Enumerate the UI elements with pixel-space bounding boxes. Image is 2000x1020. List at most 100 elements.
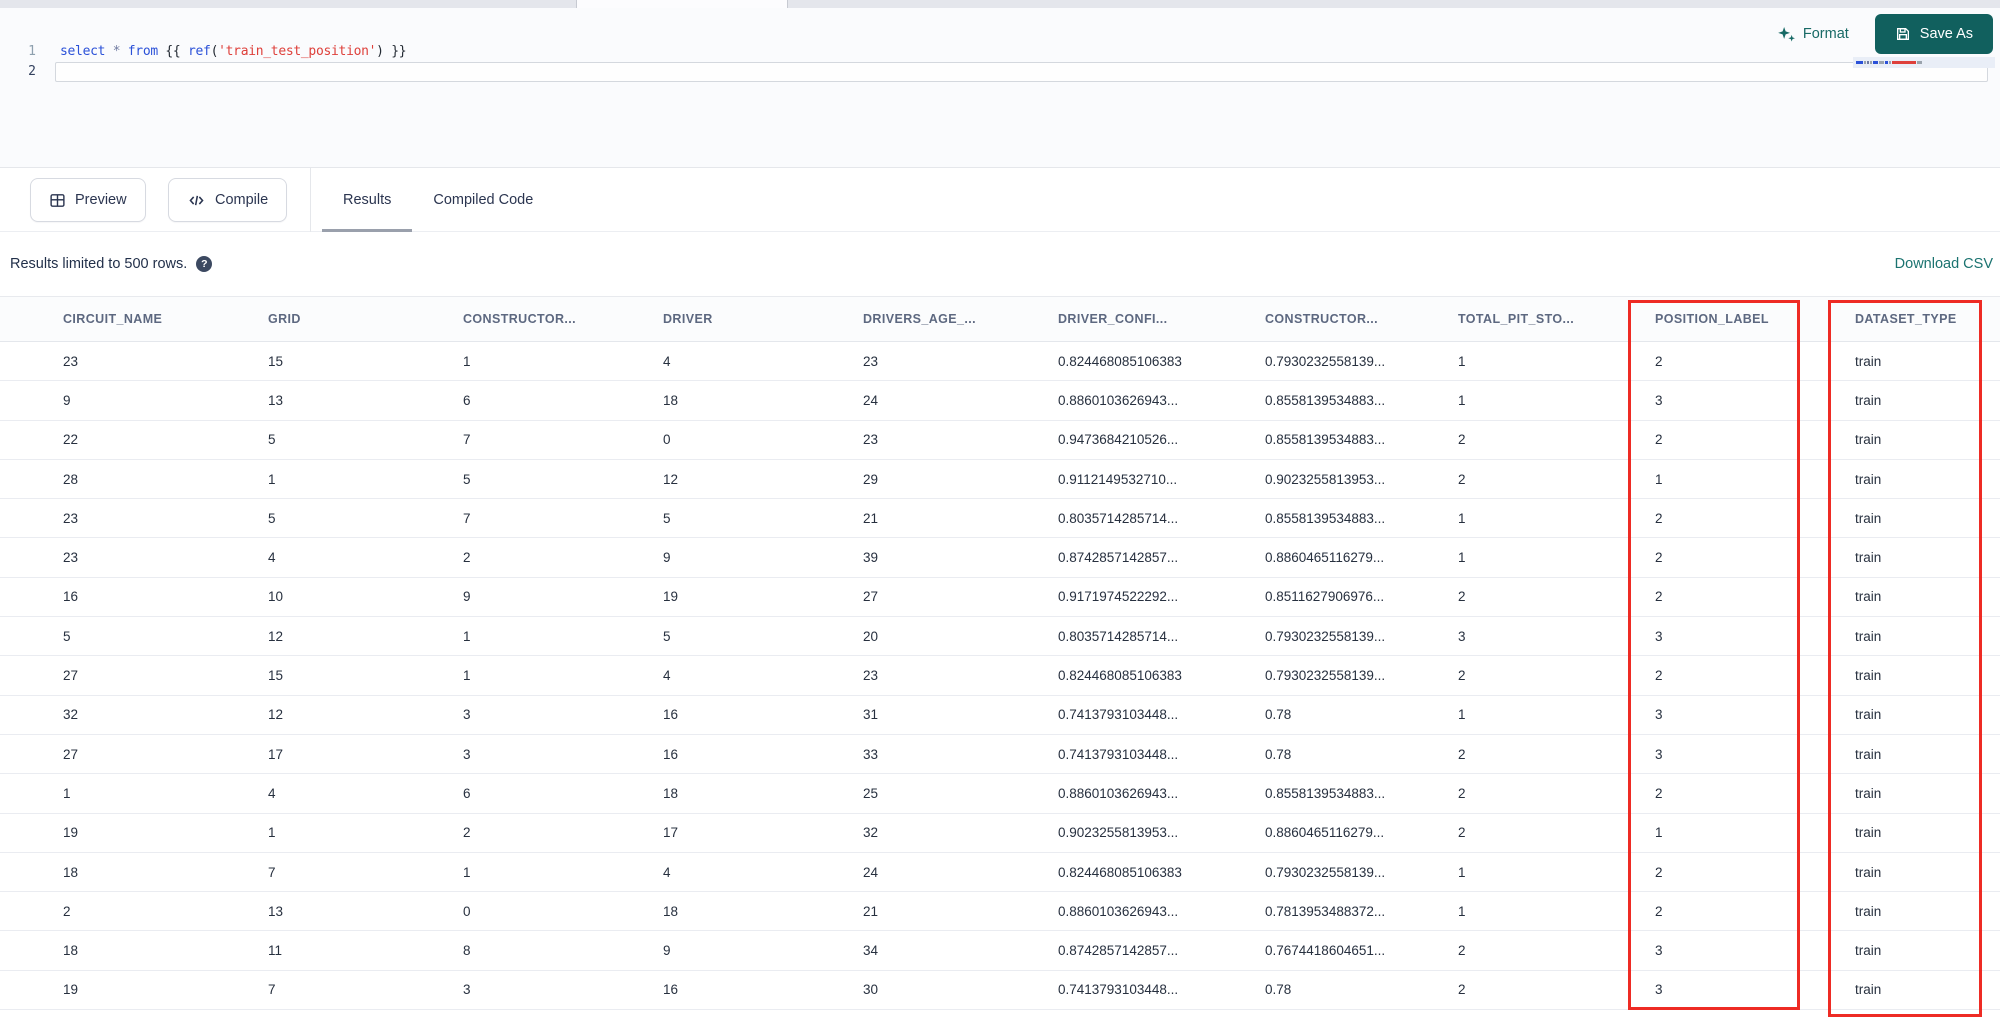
minimap-token [1856,61,1863,64]
table-cell: 24 [863,864,879,880]
table-cell: 32 [63,707,79,723]
table-cell: 0.8742857142857... [1058,550,1179,566]
table-row: 9 13 6 18 24 0.8860103626943... 0.855813953488… [0,381,2000,421]
minimap-token [1864,61,1866,64]
minimap-token [1873,61,1878,64]
table-row: 23 15 1 4 23 0.824468085106383 0.7930232558139… [0,342,2000,382]
table-cell: 0.8035714285714... [1058,510,1179,526]
table-cell: 8 [463,943,471,959]
table-cell: train [1855,746,1882,762]
table-cell: 0.9171974522292... [1058,589,1179,605]
table-cell: 1 [463,353,471,369]
table-cell: 20 [863,628,879,644]
table-cell: 12 [268,707,284,723]
table-cell: 1 [1458,864,1466,880]
active-file-tab[interactable] [576,0,788,8]
table-cell: 12 [663,471,679,487]
code-token: ( [210,44,219,59]
table-row: 23 4 2 9 39 0.8742857142857... 0.8860465116279… [0,538,2000,578]
download-csv-label: Download CSV [1894,256,1993,272]
table-cell: 0.824468085106383 [1058,668,1182,684]
table-row: 5 12 1 5 20 0.8035714285714... 0.7930232558139… [0,617,2000,657]
code-token: ref [187,44,211,59]
table-cell: 22 [63,432,79,448]
table-cell: 1 [463,864,471,880]
table-cell: 23 [63,510,79,526]
table-cell: 16 [63,589,79,605]
table-cell: 0.7674418604651... [1265,943,1386,959]
compile-button[interactable]: Compile [168,178,288,222]
table-cell: 2 [1655,589,1663,605]
table-cell: 1 [1458,510,1466,526]
code-token: select [60,44,106,59]
table-cell: 0.8558139534883... [1265,392,1386,408]
table-cell: train [1855,471,1882,487]
table-cell: train [1855,550,1882,566]
results-info-bar: Results limited to 500 rows. ? Download … [0,232,2000,296]
table-cell: 29 [863,471,879,487]
minimap-token [1885,61,1888,64]
table-cell: 3 [1655,707,1663,723]
compile-label: Compile [215,192,269,208]
table-cell: 24 [863,392,879,408]
code-token: 'train_test_position' [218,44,377,59]
results-table: CIRCUIT_NAME GRID CONSTRUCTOR... DRIVER DRIV… [0,296,2000,1011]
table-cell: 2 [1458,589,1466,605]
question-mark-icon[interactable]: ? [196,256,213,272]
table-cell: 0.8558139534883... [1265,510,1386,526]
tab-compiled-code-label: Compiled Code [433,192,534,208]
table-cell: 23 [63,550,79,566]
table-cell: train [1855,825,1882,841]
table-cell: 0.78 [1265,982,1292,998]
column-header: CIRCUIT_NAME [63,312,163,326]
table-cell: 1 [1458,903,1466,919]
table-cell: 13 [268,903,284,919]
table-cell: 9 [63,392,71,408]
table-cell: 6 [463,785,471,801]
table-cell: 16 [663,746,679,762]
tab-results[interactable]: Results [322,168,413,232]
column-header: DATASET_TYPE [1855,312,1957,326]
window-tab-bar [0,0,2000,8]
save-as-button[interactable]: Save As [1874,14,1993,54]
table-row: 18 11 8 9 34 0.8742857142857... 0.767441860465… [0,931,2000,971]
table-cell: 1 [1458,550,1466,566]
table-cell: 27 [63,668,79,684]
table-cell: train [1855,903,1882,919]
format-button[interactable]: Format [1777,25,1849,44]
table-cell: 21 [863,510,879,526]
table-cell: 0.8860103626943... [1058,785,1179,801]
table-cell: 3 [1655,746,1663,762]
table-cell: 1 [268,825,276,841]
download-csv-link[interactable]: Download CSV [1895,232,1993,296]
table-cell: 3 [1458,628,1466,644]
table-cell: train [1855,628,1882,644]
active-line-highlight[interactable] [55,62,1988,82]
table-cell: 23 [863,668,879,684]
table-cell: 0.824468085106383 [1058,864,1182,880]
table-cell: 0.8035714285714... [1058,628,1179,644]
table-cell: 27 [63,746,79,762]
sql-editor[interactable]: 1 2 select * from {{ ref('train_test_pos… [0,8,2000,168]
table-cell: 3 [463,982,471,998]
table-cell: 0.8558139534883... [1265,432,1386,448]
table-cell: 0.7413793103448... [1058,746,1179,762]
table-cell: 2 [1458,746,1466,762]
table-cell: train [1855,668,1882,684]
table-cell: 9 [663,550,671,566]
code-line-1[interactable]: select * from {{ ref('train_test_positio… [60,42,407,62]
preview-button[interactable]: Preview [30,178,146,222]
table-row: 2 13 0 18 21 0.8860103626943... 0.781395348837… [0,892,2000,932]
table-cell: 34 [863,943,879,959]
table-cell: 1 [63,785,71,801]
table-cell: 0.8860465116279... [1265,550,1385,566]
table-cell: 12 [268,628,284,644]
tab-compiled-code[interactable]: Compiled Code [412,168,554,232]
table-cell: 3 [463,746,471,762]
table-cell: 0.8860103626943... [1058,903,1179,919]
editor-minimap[interactable] [1853,57,1995,68]
table-cell: 0.9023255813953... [1265,471,1386,487]
table-cell: 0.7930232558139... [1265,628,1386,644]
table-cell: 2 [1655,903,1663,919]
